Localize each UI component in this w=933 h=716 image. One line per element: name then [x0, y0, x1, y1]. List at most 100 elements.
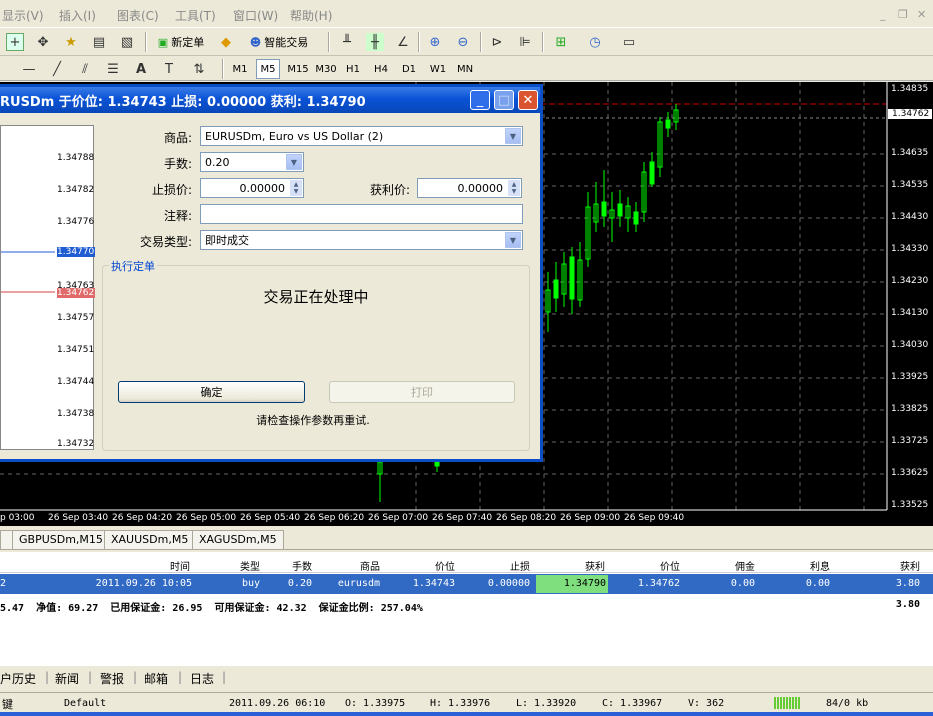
zoom-in-icon[interactable]: ⊕ — [426, 33, 444, 51]
spinner-icon[interactable]: ▲ ▼ — [508, 180, 520, 196]
menu-window[interactable]: 窗口(W) — [233, 7, 278, 24]
periods-icon[interactable]: ◷ — [586, 33, 604, 51]
menu-insert[interactable]: 插入(I) — [59, 7, 96, 24]
time-label: 26 Sep 08:20 — [496, 513, 557, 523]
col-type[interactable]: 类型 — [210, 558, 260, 573]
take-profit-label: 获利价: — [369, 183, 410, 197]
col-time[interactable]: 时间 — [140, 558, 190, 573]
time-label: 26 Sep 09:40 — [624, 513, 685, 523]
tab-xagusdm[interactable]: XAGUSDm,M5 — [192, 530, 284, 549]
line-chart-icon[interactable]: ∠ — [394, 33, 412, 51]
text-icon[interactable]: A — [132, 60, 150, 78]
tab-xauusdm[interactable]: XAUUSDm,M5 — [104, 530, 196, 549]
time-label: 26 Sep 07:40 — [432, 513, 493, 523]
volume-select[interactable]: 0.20 ▼ — [200, 152, 304, 172]
tf-m5[interactable]: M5 — [256, 59, 280, 79]
autoscroll-icon[interactable]: ⊳ — [488, 33, 506, 51]
tf-m30[interactable]: M30 — [312, 59, 340, 79]
restore-icon[interactable]: ❐ — [898, 8, 908, 21]
chevron-down-icon: ▼ — [505, 128, 521, 144]
favorites-icon[interactable]: ★ — [62, 33, 80, 51]
tf-m1[interactable]: M1 — [228, 59, 252, 79]
bar-chart-icon[interactable]: ╨ — [338, 33, 356, 51]
ok-button[interactable]: 确定 — [118, 381, 305, 403]
crosshair-move-icon[interactable]: ✥ — [34, 33, 52, 51]
tab-journal[interactable]: 日志 — [190, 670, 214, 687]
col-commission[interactable]: 佣金 — [705, 558, 755, 573]
tab-alerts[interactable]: 警报 — [100, 670, 124, 687]
stop-loss-input[interactable]: 0.00000 ▲ ▼ — [200, 178, 304, 198]
alert-diamond-icon[interactable]: ◆ — [217, 33, 235, 51]
summary-text: 5.47 净值: 69.27 已用保证金: 26.95 可用保证金: 42.32… — [0, 603, 423, 614]
table-row[interactable]: 2 2011.09.26 10:05 buy 0.20 eurusdm 1.34… — [0, 574, 933, 594]
chevron-down-icon: ▼ — [505, 232, 521, 248]
spinner-icon[interactable]: ▲ ▼ — [290, 180, 302, 196]
trendline-icon[interactable]: ╱ — [48, 60, 66, 78]
comment-input[interactable] — [200, 204, 523, 224]
data-window-icon[interactable]: ▧ — [118, 33, 136, 51]
arrows-icon[interactable]: ⇅ — [190, 60, 208, 78]
col-sl[interactable]: 止损 — [480, 558, 530, 573]
col-tp[interactable]: 获利 — [555, 558, 605, 573]
menu-view[interactable]: 显示(V) — [2, 7, 44, 24]
tf-m15[interactable]: M15 — [284, 59, 312, 79]
volume-value: 0.20 — [205, 155, 230, 169]
order-type-select[interactable]: 即时成交 ▼ — [200, 230, 523, 250]
col-curprice[interactable]: 价位 — [630, 558, 680, 573]
col-profit[interactable]: 获利 — [870, 558, 920, 573]
symbol-select[interactable]: EURUSDm, Euro vs US Dollar (2) ▼ — [200, 126, 523, 146]
tf-w1[interactable]: W1 — [426, 59, 450, 79]
indicators-icon[interactable]: ⊞ — [552, 33, 570, 51]
dialog-minimize-icon[interactable]: _ — [470, 90, 490, 110]
col-symbol[interactable]: 商品 — [330, 558, 380, 573]
price-label: 1.33625 — [891, 468, 929, 478]
price-label: 1.34835 — [891, 84, 929, 94]
templates-icon[interactable]: ▭ — [620, 33, 638, 51]
price-label: 1.34535 — [891, 180, 929, 190]
dialog-close-icon[interactable]: ✕ — [518, 90, 538, 110]
minimize-icon[interactable]: _ — [880, 8, 886, 21]
col-price[interactable]: 价位 — [405, 558, 455, 573]
status-low: L: 1.33920 — [516, 698, 577, 709]
col-lots[interactable]: 手数 — [262, 558, 312, 573]
menu-help[interactable]: 帮助(H) — [290, 7, 332, 24]
zoom-out-icon[interactable]: ⊖ — [454, 33, 472, 51]
menu-charts[interactable]: 图表(C) — [117, 7, 159, 24]
new-order-button[interactable]: ▣ 新定单 — [150, 32, 212, 52]
navigator-icon[interactable]: ▤ — [90, 33, 108, 51]
new-chart-icon[interactable]: + — [6, 33, 24, 51]
tab-news[interactable]: 新闻 — [55, 670, 79, 687]
tick-price: 1.34757 — [57, 313, 95, 323]
expert-advisor-button[interactable]: ☻ 智能交易 — [243, 32, 315, 52]
status-traffic: 84/0 kb — [826, 698, 869, 709]
price-label: 1.33525 — [891, 500, 929, 510]
tab-mailbox[interactable]: 邮箱 — [144, 670, 168, 687]
chart-shift-icon[interactable]: ⊫ — [516, 33, 534, 51]
take-profit-value: 0.00000 — [457, 181, 504, 195]
price-label: 1.34030 — [891, 340, 929, 350]
horizontal-line-icon[interactable]: — — [20, 60, 38, 78]
tf-d1[interactable]: D1 — [397, 59, 421, 79]
equidistant-channel-icon[interactable]: ⫽ — [76, 60, 94, 78]
order-dialog: RUSDm 于价位: 1.34743 止损: 0.00000 获利: 1.347… — [0, 84, 543, 462]
menu-bar: 显示(V) 插入(I) 图表(C) 工具(T) 窗口(W) 帮助(H) _ ❐ … — [0, 0, 933, 28]
tab-gbpusdm[interactable]: GBPUSDm,M15 — [12, 530, 110, 549]
fibonacci-icon[interactable]: ☰ — [104, 60, 122, 78]
cell-price: 1.34743 — [412, 578, 455, 589]
tf-mn[interactable]: MN — [453, 59, 477, 79]
status-profile: Default — [64, 698, 107, 709]
tf-h1[interactable]: H1 — [341, 59, 365, 79]
dialog-titlebar[interactable]: RUSDm 于价位: 1.34743 止损: 0.00000 获利: 1.347… — [0, 87, 540, 113]
menu-tools[interactable]: 工具(T) — [175, 7, 216, 24]
time-label: 26 Sep 04:20 — [112, 513, 173, 523]
col-swap[interactable]: 利息 — [780, 558, 830, 573]
text-label-icon[interactable]: T — [160, 60, 178, 78]
tab-account-history[interactable]: 户历史 — [0, 670, 36, 687]
close-icon[interactable]: ✕ — [917, 8, 926, 21]
status-open: O: 1.33975 — [345, 698, 406, 709]
take-profit-input[interactable]: 0.00000 ▲ ▼ — [417, 178, 522, 198]
candlestick-icon[interactable]: ╫ — [366, 33, 384, 51]
tick-price: 1.34738 — [57, 409, 95, 419]
time-label: 26 Sep 03:40 — [48, 513, 109, 523]
tf-h4[interactable]: H4 — [369, 59, 393, 79]
